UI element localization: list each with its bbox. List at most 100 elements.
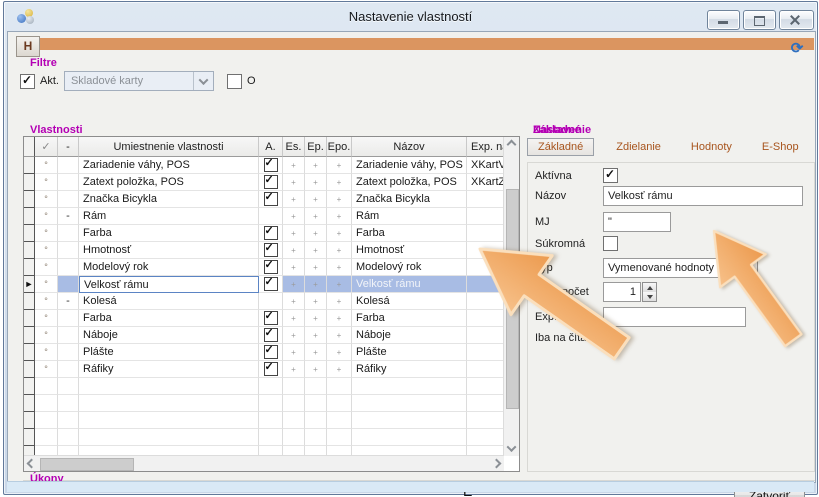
- epo-marker[interactable]: +: [337, 297, 342, 306]
- empty-row[interactable]: [24, 412, 504, 429]
- cell-exp[interactable]: XKartV: [467, 159, 504, 171]
- ep-marker[interactable]: +: [313, 365, 318, 374]
- es-marker[interactable]: +: [291, 161, 296, 170]
- empty-row[interactable]: [24, 378, 504, 395]
- col-epo[interactable]: Epo.: [327, 137, 352, 157]
- cell-placement[interactable]: Zariadenie váhy, POS: [83, 159, 190, 171]
- table-row[interactable]: ° Modelový rok ✓ + + + Modelový rok: [24, 259, 504, 276]
- col-exp[interactable]: Exp. ná: [467, 137, 504, 157]
- active-checkbox[interactable]: ✓: [264, 277, 278, 291]
- col-placement[interactable]: Umiestnenie vlastnosti: [79, 137, 259, 157]
- col-group[interactable]: -: [58, 137, 79, 157]
- col-ep[interactable]: Ep.: [305, 137, 327, 157]
- table-row[interactable]: ° Farba ✓ + + + Farba: [24, 310, 504, 327]
- cell-placement[interactable]: Ráfiky: [83, 363, 114, 375]
- table-row[interactable]: ° Náboje ✓ + + + Náboje: [24, 327, 504, 344]
- ep-marker[interactable]: +: [313, 331, 318, 340]
- cell-placement[interactable]: Modelový rok: [83, 261, 148, 273]
- ep-marker[interactable]: +: [313, 212, 318, 221]
- tab-základné[interactable]: Základné: [527, 138, 594, 156]
- table-row[interactable]: ° Plášte ✓ + + + Plášte: [24, 344, 504, 361]
- scroll-up-icon[interactable]: [504, 137, 519, 152]
- table-row[interactable]: ° Farba ✓ + + + Farba: [24, 225, 504, 242]
- active-checkbox[interactable]: ✓: [264, 328, 278, 342]
- group-collapse-icon[interactable]: -: [66, 295, 70, 307]
- table-row[interactable]: ° - Kolesá + + + Kolesá: [24, 293, 504, 310]
- title-bar[interactable]: Nastavenie vlastností: [4, 2, 817, 31]
- cell-name[interactable]: Zariadenie váhy, POS: [356, 159, 463, 171]
- tab-zdielanie[interactable]: Zdielanie: [608, 139, 669, 155]
- table-row[interactable]: ° Zatext položka, POS ✓ + + + Zatext pol…: [24, 174, 504, 191]
- ep-marker[interactable]: +: [313, 280, 318, 289]
- max-pocet-stepper[interactable]: [642, 282, 657, 302]
- es-marker[interactable]: +: [291, 263, 296, 272]
- cell-name[interactable]: Zatext položka, POS: [356, 176, 457, 188]
- cell-name[interactable]: Kolesá: [356, 295, 390, 307]
- epo-marker[interactable]: +: [337, 314, 342, 323]
- es-marker[interactable]: +: [291, 246, 296, 255]
- nazov-input[interactable]: [603, 186, 803, 206]
- cell-placement[interactable]: Hmotnosť: [83, 244, 131, 256]
- ep-marker[interactable]: +: [313, 246, 318, 255]
- maximize-button[interactable]: [743, 10, 776, 30]
- es-marker[interactable]: +: [291, 314, 296, 323]
- es-marker[interactable]: +: [291, 212, 296, 221]
- chevron-down-icon[interactable]: [193, 72, 213, 90]
- cell-placement[interactable]: Náboje: [83, 329, 118, 341]
- cell-name[interactable]: Hmotnosť: [356, 244, 404, 256]
- active-checkbox[interactable]: ✓: [264, 345, 278, 359]
- active-checkbox[interactable]: ✓: [264, 158, 278, 172]
- scroll-down-icon[interactable]: [504, 441, 519, 456]
- cell-name[interactable]: Farba: [356, 312, 385, 324]
- epo-marker[interactable]: +: [337, 195, 342, 204]
- es-marker[interactable]: +: [291, 365, 296, 374]
- table-row[interactable]: ° Zariadenie váhy, POS ✓ + + + Zariadeni…: [24, 157, 504, 174]
- cell-name[interactable]: Farba: [356, 227, 385, 239]
- active-checkbox[interactable]: ✓: [264, 260, 278, 274]
- cell-placement[interactable]: Velkosť rámu: [84, 279, 149, 291]
- ep-marker[interactable]: +: [313, 263, 318, 272]
- ep-marker[interactable]: +: [313, 229, 318, 238]
- akt-checkbox[interactable]: ✓: [20, 74, 35, 89]
- cell-name[interactable]: Ráfiky: [356, 363, 387, 375]
- epo-marker[interactable]: +: [337, 229, 342, 238]
- active-checkbox[interactable]: ✓: [264, 175, 278, 189]
- cell-placement[interactable]: Rám: [83, 210, 106, 222]
- active-checkbox[interactable]: ✓: [264, 243, 278, 257]
- es-marker[interactable]: +: [291, 348, 296, 357]
- mj-input[interactable]: [603, 212, 671, 232]
- col-es[interactable]: Es.: [283, 137, 305, 157]
- es-marker[interactable]: +: [291, 331, 296, 340]
- active-checkbox[interactable]: ✓: [264, 362, 278, 376]
- active-checkbox[interactable]: ✓: [264, 311, 278, 325]
- table-row[interactable]: ► ° Velkosť rámu ✓ + + + Velkosť rámu: [24, 276, 504, 293]
- ep-marker[interactable]: +: [313, 161, 318, 170]
- epo-marker[interactable]: +: [337, 178, 342, 187]
- cell-placement[interactable]: Plášte: [83, 346, 114, 358]
- ep-marker[interactable]: +: [313, 348, 318, 357]
- cell-placement[interactable]: Kolesá: [83, 295, 117, 307]
- ep-marker[interactable]: +: [313, 178, 318, 187]
- cell-name[interactable]: Velkosť rámu: [356, 278, 421, 290]
- ep-marker[interactable]: +: [313, 297, 318, 306]
- cell-name[interactable]: Náboje: [356, 329, 391, 341]
- tab-e-shop[interactable]: E-Shop: [754, 139, 807, 155]
- close-button[interactable]: [779, 10, 814, 30]
- col-active[interactable]: A.: [259, 137, 283, 157]
- stepper-down-icon[interactable]: [643, 292, 656, 301]
- es-marker[interactable]: +: [291, 229, 296, 238]
- epo-marker[interactable]: +: [337, 348, 342, 357]
- empty-row[interactable]: [24, 395, 504, 412]
- scroll-right-icon[interactable]: [489, 456, 504, 471]
- epo-marker[interactable]: +: [337, 365, 342, 374]
- aktivna-checkbox[interactable]: ✓: [603, 168, 618, 183]
- cell-name[interactable]: Značka Bicykla: [356, 193, 430, 205]
- empty-row[interactable]: [24, 429, 504, 446]
- cell-name[interactable]: Plášte: [356, 346, 387, 358]
- cell-name[interactable]: Rám: [356, 210, 379, 222]
- table-row[interactable]: ° - Rám + + + Rám: [24, 208, 504, 225]
- h-tab-button[interactable]: H: [16, 36, 40, 57]
- es-marker[interactable]: +: [291, 280, 296, 289]
- active-checkbox[interactable]: ✓: [264, 192, 278, 206]
- es-marker[interactable]: +: [291, 297, 296, 306]
